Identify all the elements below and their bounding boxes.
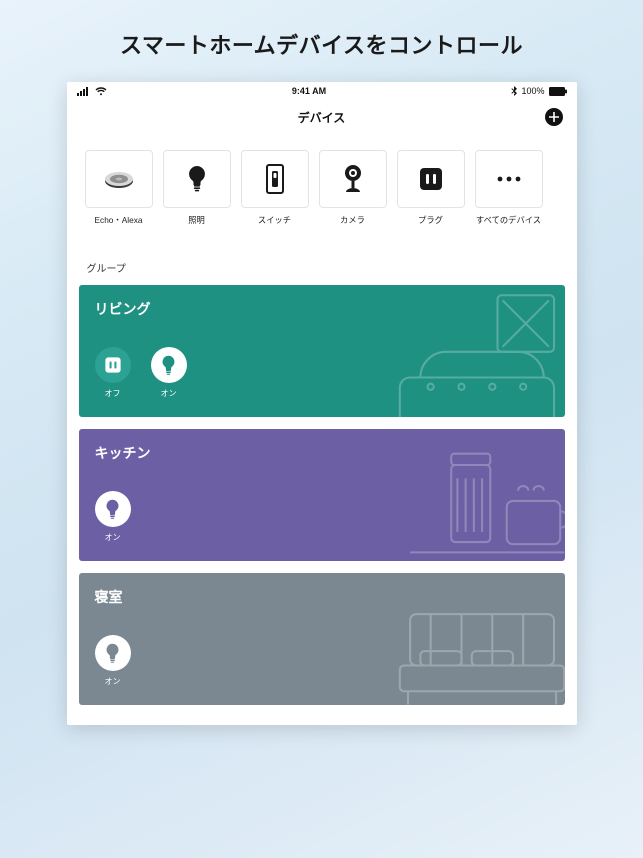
camera-icon bbox=[342, 164, 364, 194]
light-icon bbox=[187, 165, 207, 193]
category-camera[interactable]: カメラ bbox=[319, 150, 387, 226]
category-label: すべてのデバイス bbox=[476, 214, 541, 226]
group-title: リビング bbox=[95, 299, 549, 319]
control-plug-off[interactable]: オフ bbox=[95, 347, 131, 399]
battery-icon bbox=[549, 87, 567, 96]
group-card-bedroom[interactable]: 寝室 オン bbox=[79, 573, 565, 705]
wifi-icon bbox=[95, 87, 107, 96]
plug-icon bbox=[418, 166, 444, 192]
category-echo[interactable]: Echo・Alexa bbox=[85, 150, 153, 226]
category-switch[interactable]: スイッチ bbox=[241, 150, 309, 226]
bluetooth-icon bbox=[511, 86, 517, 96]
groups-section-label: グループ bbox=[67, 232, 577, 285]
category-all[interactable]: すべてのデバイス bbox=[475, 150, 543, 226]
statusbar-time: 9:41 AM bbox=[292, 86, 326, 96]
signal-icon bbox=[77, 87, 91, 96]
group-title: キッチン bbox=[95, 443, 549, 463]
switch-icon bbox=[266, 164, 284, 194]
group-title: 寝室 bbox=[95, 587, 549, 607]
status-bar: 9:41 AM 100% bbox=[67, 82, 577, 100]
group-card-kitchen[interactable]: キッチン オン bbox=[79, 429, 565, 561]
category-label: プラグ bbox=[418, 214, 443, 226]
light-icon bbox=[161, 355, 176, 376]
category-label: 照明 bbox=[188, 214, 205, 226]
plus-icon bbox=[549, 112, 559, 122]
groups-list: リビング オフ オン bbox=[67, 285, 577, 725]
screen-header: デバイス bbox=[67, 100, 577, 134]
battery-percent: 100% bbox=[521, 86, 544, 96]
group-card-living[interactable]: リビング オフ オン bbox=[79, 285, 565, 417]
more-icon bbox=[497, 176, 521, 182]
light-icon bbox=[105, 643, 120, 664]
light-icon bbox=[105, 499, 120, 520]
category-label: Echo・Alexa bbox=[95, 214, 143, 226]
control-label: オン bbox=[105, 676, 121, 687]
category-label: カメラ bbox=[340, 214, 365, 226]
page-title: デバイス bbox=[298, 109, 346, 126]
control-label: オフ bbox=[105, 388, 121, 399]
category-light[interactable]: 照明 bbox=[163, 150, 231, 226]
control-light-on[interactable]: オン bbox=[95, 635, 131, 687]
control-label: オン bbox=[105, 532, 121, 543]
promo-heading: スマートホームデバイスをコントロール bbox=[120, 28, 523, 60]
control-label: オン bbox=[161, 388, 177, 399]
app-screen: 9:41 AM 100% デバイス Echo・Alexa bbox=[67, 82, 577, 725]
category-label: スイッチ bbox=[258, 214, 291, 226]
echo-icon bbox=[102, 168, 136, 190]
control-light-on[interactable]: オン bbox=[95, 491, 131, 543]
device-categories: Echo・Alexa 照明 スイッチ カメラ プラグ bbox=[67, 134, 577, 232]
category-plug[interactable]: プラグ bbox=[397, 150, 465, 226]
add-device-button[interactable] bbox=[545, 108, 563, 126]
plug-icon bbox=[104, 356, 122, 374]
control-light-on[interactable]: オン bbox=[151, 347, 187, 399]
